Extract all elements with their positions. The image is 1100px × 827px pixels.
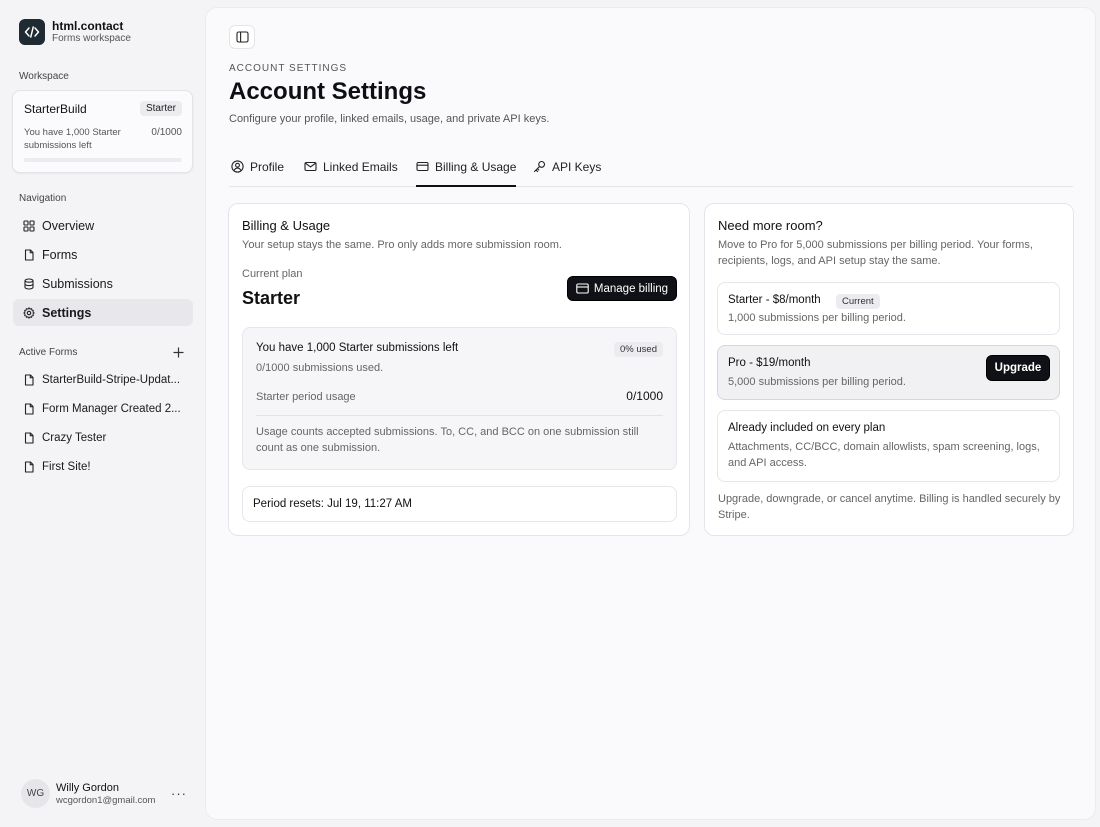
included-desc: Attachments, CC/BCC, domain allowlists, …	[728, 441, 1040, 469]
add-form-icon[interactable]	[171, 345, 185, 359]
active-form-label: StarterBuild-Stripe-Updat...	[42, 373, 181, 386]
nav-item-settings[interactable]: Settings	[13, 299, 193, 326]
tab-profile[interactable]: Profile	[231, 156, 284, 187]
workspace-count: 0/1000	[151, 127, 182, 138]
tab-api-keys[interactable]: API Keys	[533, 156, 601, 187]
starter-plan-row: Starter - $8/month Current 1,000 submiss…	[717, 282, 1060, 335]
manage-billing-label: Manage billing	[593, 282, 669, 295]
brand[interactable]: html.contact Forms workspace	[19, 19, 131, 45]
grid-icon	[23, 219, 35, 232]
code-icon	[19, 19, 45, 45]
upgrade-button[interactable]: Upgrade	[986, 355, 1050, 381]
usage-box: You have 1,000 Starter submissions left …	[242, 327, 677, 470]
pro-plan-name: Pro - $19/month	[728, 357, 811, 369]
credit-card-icon	[416, 160, 429, 173]
settings-tabs: Profile Linked Emails Billing & Usage AP…	[229, 156, 1073, 187]
page-eyebrow: ACCOUNT SETTINGS	[229, 63, 348, 74]
workspace-card[interactable]: StarterBuild Starter You have 1,000 Star…	[12, 90, 193, 173]
credit-card-icon	[576, 283, 589, 294]
active-form-label: Form Manager Created 2...	[42, 402, 181, 415]
tab-label: Profile	[250, 160, 285, 174]
brand-name: html.contact	[52, 19, 124, 33]
billing-title: Billing & Usage	[242, 218, 331, 233]
sidebar-toggle-button[interactable]	[229, 25, 255, 49]
user-name: Willy Gordon	[56, 781, 119, 794]
avatar: WG	[21, 779, 50, 808]
current-plan-badge: Current	[836, 294, 880, 309]
workspace-plan-badge: Starter	[139, 101, 182, 116]
workspace-label: Workspace	[19, 71, 69, 82]
starter-plan-desc: 1,000 submissions per billing period.	[728, 312, 906, 324]
file-icon	[23, 373, 35, 386]
nav-label: Submissions	[42, 276, 113, 291]
user-circle-icon	[231, 160, 244, 173]
nav-item-overview[interactable]: Overview	[13, 212, 193, 239]
file-icon	[23, 431, 35, 444]
upgrade-subtitle: Move to Pro for 5,000 submissions per bi…	[718, 239, 1033, 267]
period-usage-value: 0/1000	[626, 389, 663, 403]
upgrade-title: Need more room?	[718, 218, 823, 233]
included-title: Already included on every plan	[728, 422, 886, 434]
gear-icon	[23, 306, 35, 319]
navigation-label: Navigation	[19, 193, 67, 204]
user-email: wcgordon1@gmail.com	[56, 794, 156, 806]
nav-item-submissions[interactable]: Submissions	[13, 270, 193, 297]
active-form-item[interactable]: Form Manager Created 2...	[13, 395, 193, 422]
active-forms-label: Active Forms	[19, 347, 78, 358]
database-icon	[23, 277, 35, 290]
page-title: Account Settings	[229, 78, 427, 105]
more-options-icon[interactable]: ···	[171, 786, 187, 801]
active-form-label: First Site!	[42, 460, 91, 473]
workspace-remaining: You have 1,000 Starter submissions left	[24, 127, 121, 151]
brand-subtitle: Forms workspace	[52, 33, 131, 44]
mail-icon	[304, 160, 317, 173]
file-icon	[23, 460, 35, 473]
file-icon	[23, 402, 35, 415]
billing-footer-note: Upgrade, downgrade, or cancel anytime. B…	[718, 493, 1061, 521]
usage-title: You have 1,000 Starter submissions left	[256, 342, 459, 354]
included-features-row: Already included on every plan Attachmen…	[717, 410, 1060, 482]
period-usage-label: Starter period usage	[256, 391, 356, 403]
sidebar-toggle-icon	[235, 31, 249, 43]
billing-subtitle: Your setup stays the same. Pro only adds…	[242, 239, 562, 251]
tab-label: Billing & Usage	[435, 160, 517, 174]
nav-label: Overview	[42, 218, 95, 233]
tab-billing-usage[interactable]: Billing & Usage	[416, 156, 517, 187]
tab-linked-emails[interactable]: Linked Emails	[304, 156, 398, 187]
tab-label: API Keys	[552, 160, 602, 174]
tab-label: Linked Emails	[323, 160, 398, 174]
upgrade-card: Need more room? Move to Pro for 5,000 su…	[704, 203, 1074, 536]
billing-usage-card: Billing & Usage Your setup stays the sam…	[228, 203, 690, 536]
active-form-item[interactable]: Crazy Tester	[13, 424, 193, 451]
starter-plan-name: Starter - $8/month	[728, 294, 821, 306]
nav-label: Forms	[42, 247, 78, 262]
active-form-label: Crazy Tester	[42, 431, 107, 444]
key-icon	[533, 160, 546, 173]
active-form-item[interactable]: StarterBuild-Stripe-Updat...	[13, 366, 193, 393]
period-reset-box: Period resets: Jul 19, 11:27 AM	[242, 486, 677, 522]
workspace-usage-bar	[24, 158, 182, 162]
sidebar: html.contact Forms workspace Workspace S…	[0, 0, 205, 827]
nav-item-forms[interactable]: Forms	[13, 241, 193, 268]
file-icon	[23, 248, 35, 261]
nav-label: Settings	[42, 305, 92, 320]
usage-subtitle: 0/1000 submissions used.	[256, 362, 384, 374]
usage-divider	[256, 415, 663, 416]
page-subtitle: Configure your profile, linked emails, u…	[229, 113, 550, 125]
main-panel: ACCOUNT SETTINGS Account Settings Config…	[205, 7, 1096, 820]
current-plan-label: Current plan	[242, 268, 303, 280]
user-profile[interactable]: WG Willy Gordon wcgordon1@gmail.com	[21, 779, 155, 808]
usage-note: Usage counts accepted submissions. To, C…	[256, 426, 639, 454]
pro-plan-desc: 5,000 submissions per billing period.	[728, 376, 906, 388]
usage-percent-badge: 0% used	[614, 342, 663, 357]
pro-plan-row: Pro - $19/month 5,000 submissions per bi…	[717, 345, 1060, 400]
active-form-item[interactable]: First Site!	[13, 453, 193, 480]
workspace-name: StarterBuild	[24, 102, 87, 116]
current-plan-name: Starter	[242, 288, 301, 308]
manage-billing-button[interactable]: Manage billing	[567, 276, 677, 301]
period-reset-text: Period resets: Jul 19, 11:27 AM	[253, 498, 412, 510]
